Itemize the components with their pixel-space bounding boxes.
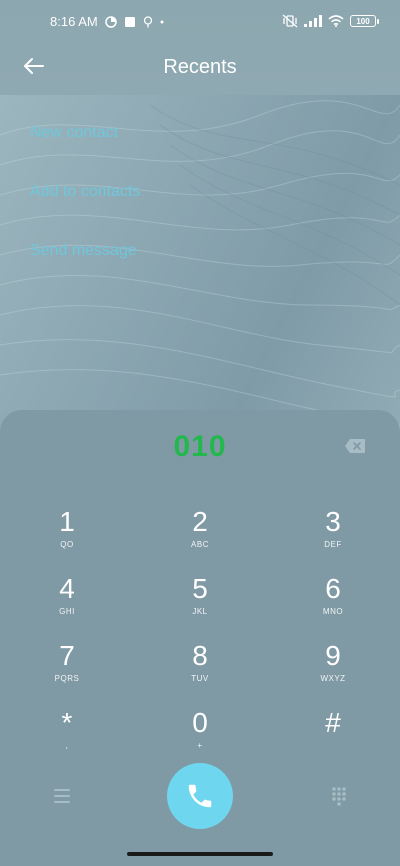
key-letters: WXYZ (320, 674, 346, 683)
key-digit: 5 (192, 573, 208, 604)
square-status-icon (124, 16, 136, 28)
key-letters: MNO (322, 607, 344, 616)
key-letters: TUV (191, 674, 209, 683)
send-message-option[interactable]: Send message (30, 228, 140, 287)
app-header: Recents (0, 44, 400, 94)
battery-level: 100 (356, 16, 370, 26)
vibrate-off-icon (282, 14, 298, 28)
key-1[interactable]: 1 QO (17, 506, 117, 566)
key-star[interactable]: * , (17, 707, 117, 767)
key-digit: 1 (59, 506, 75, 537)
backspace-button[interactable] (344, 438, 368, 456)
key-digit: # (325, 707, 341, 738)
add-to-contacts-option[interactable]: Add to contacts (30, 169, 140, 228)
battery-icon: 100 (350, 15, 379, 27)
call-button[interactable] (167, 763, 233, 829)
dialpad-panel: 010 1 QO 2 ABC 3 DEF 4 GHI 5 JKL 6 MNO 7… (0, 410, 400, 866)
key-digit: 2 (192, 506, 208, 537)
key-7[interactable]: 7 PQRS (17, 640, 117, 700)
dialer-screen: 8:16 AM 100 Recents New contact Add to c… (0, 0, 400, 866)
key-4[interactable]: 4 GHI (17, 573, 117, 633)
location-pin-icon (143, 15, 153, 28)
dialed-number[interactable]: 010 (0, 430, 400, 464)
key-digit: 4 (59, 573, 75, 604)
dialpad-icon (332, 787, 346, 806)
key-digit: 8 (192, 640, 208, 671)
dot-icon (160, 20, 164, 24)
key-0[interactable]: 0 + (150, 707, 250, 767)
key-8[interactable]: 8 TUV (150, 640, 250, 700)
pie-status-icon (104, 15, 117, 28)
key-letters: ABC (191, 540, 209, 549)
page-title: Recents (163, 56, 237, 78)
key-letters: JKL (192, 607, 208, 616)
key-5[interactable]: 5 JKL (150, 573, 250, 633)
hamburger-menu-icon (54, 789, 70, 803)
status-bar: 8:16 AM 100 (0, 0, 400, 44)
wifi-icon (328, 15, 344, 27)
key-digit: 7 (59, 640, 75, 671)
signal-icon (304, 15, 322, 27)
dialpad-toggle-button[interactable] (324, 781, 354, 811)
key-letters: , (65, 741, 69, 750)
phone-icon (188, 784, 212, 808)
key-3[interactable]: 3 DEF (283, 506, 383, 566)
contact-actions-menu: New contact Add to contacts Send message (30, 110, 140, 287)
key-digit: 9 (325, 640, 341, 671)
key-letters: PQRS (54, 674, 80, 683)
key-digit: 6 (325, 573, 341, 604)
backspace-icon (345, 439, 365, 453)
key-6[interactable]: 6 MNO (283, 573, 383, 633)
menu-button[interactable] (47, 781, 77, 811)
key-9[interactable]: 9 WXYZ (283, 640, 383, 700)
key-hash[interactable]: # (283, 707, 383, 767)
key-digit: 0 (192, 707, 208, 738)
key-letters: QO (60, 540, 74, 549)
home-indicator[interactable] (127, 852, 273, 856)
key-letters: + (197, 741, 203, 750)
key-letters: GHI (59, 607, 75, 616)
key-letters: DEF (324, 540, 342, 549)
new-contact-option[interactable]: New contact (30, 110, 140, 169)
key-digit: 3 (325, 506, 341, 537)
key-2[interactable]: 2 ABC (150, 506, 250, 566)
status-time: 8:16 AM (50, 14, 98, 29)
key-digit: * (61, 707, 73, 738)
